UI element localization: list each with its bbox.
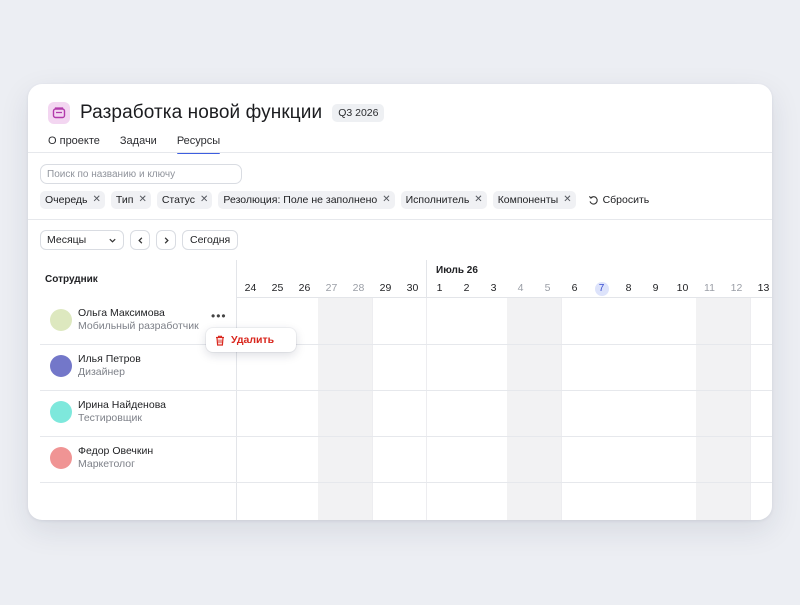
filter-chip-resolution[interactable]: Резолюция: Поле не заполнено ✕ xyxy=(218,191,395,209)
filter-chip-status[interactable]: Статус ✕ xyxy=(156,191,213,209)
day-label: 6 xyxy=(571,282,578,294)
row-divider xyxy=(40,482,772,483)
filter-chip-label: Компоненты xyxy=(497,194,559,206)
scale-select[interactable]: Месяцы xyxy=(40,230,124,250)
filter-chip-queue[interactable]: Очередь ✕ xyxy=(40,191,105,209)
tab-bar: О проекте Задачи Ресурсы xyxy=(48,133,240,154)
avatar xyxy=(50,355,72,377)
day-label: 8 xyxy=(625,282,632,294)
employee-role: Мобильный разработчик xyxy=(78,320,199,332)
next-period-button[interactable] xyxy=(156,230,176,250)
day-label: 29 xyxy=(379,282,392,294)
page-title: Разработка новой функции xyxy=(80,102,323,123)
employee-name: Илья Петров xyxy=(78,353,141,365)
day-label: 24 xyxy=(244,282,257,294)
row-divider xyxy=(40,344,772,345)
day-label: 26 xyxy=(298,282,311,294)
employee-role: Тестировщик xyxy=(78,412,142,424)
chevron-left-icon xyxy=(137,236,142,244)
close-icon[interactable]: ✕ xyxy=(563,195,571,205)
day-label: 2 xyxy=(463,282,470,294)
week-separator xyxy=(426,298,427,520)
more-horizontal-icon[interactable]: ••• xyxy=(211,309,227,323)
employee-row[interactable]: Ирина Найденова Тестировщик xyxy=(50,397,166,427)
chevron-right-icon xyxy=(164,236,169,244)
row-divider xyxy=(40,436,772,437)
filter-chip-label: Статус xyxy=(161,194,196,206)
employee-row[interactable]: Федор Овечкин Маркетолог xyxy=(50,443,153,473)
month-label: Июль 26 xyxy=(436,265,478,276)
avatar xyxy=(50,309,72,331)
weekend-column xyxy=(318,298,372,520)
employee-row[interactable]: Илья Петров Дизайнер xyxy=(50,351,141,381)
filter-chip-label: Резолюция: Поле не заполнено xyxy=(223,194,378,206)
day-label: 11 xyxy=(704,282,715,294)
filter-chip-type[interactable]: Тип ✕ xyxy=(110,191,151,209)
avatar xyxy=(50,401,72,423)
filter-chip-components[interactable]: Компоненты ✕ xyxy=(492,191,576,209)
filter-chip-assignee[interactable]: Исполнитель ✕ xyxy=(400,191,487,209)
reset-label: Сбросить xyxy=(602,194,650,206)
day-label: 4 xyxy=(517,282,524,294)
day-label: 9 xyxy=(652,282,659,294)
divider xyxy=(236,297,772,298)
divider xyxy=(28,152,772,153)
tab-resources[interactable]: Ресурсы xyxy=(176,133,221,154)
page-header: Разработка новой функции Q3 2026 xyxy=(48,98,385,128)
day-label: 13 xyxy=(757,282,770,294)
project-card: Разработка новой функции Q3 2026 О проек… xyxy=(28,84,772,520)
day-label: 5 xyxy=(544,282,551,294)
weekend-column xyxy=(507,298,561,520)
scale-select-value: Месяцы xyxy=(47,234,87,246)
search-input[interactable] xyxy=(40,164,242,184)
close-icon[interactable]: ✕ xyxy=(382,195,390,205)
week-separator xyxy=(750,298,751,520)
resource-grid: Сотрудник Июль 26 24 25 26 27 28 29 30 1… xyxy=(28,260,772,520)
day-label: 28 xyxy=(352,282,365,294)
close-icon[interactable]: ✕ xyxy=(200,195,208,205)
day-label: 1 xyxy=(436,282,443,294)
day-label: 10 xyxy=(676,282,689,294)
row-divider xyxy=(40,390,772,391)
delete-label: Удалить xyxy=(231,334,275,346)
avatar xyxy=(50,447,72,469)
prev-period-button[interactable] xyxy=(130,230,150,250)
employee-role: Дизайнер xyxy=(78,366,125,378)
filter-chip-label: Исполнитель xyxy=(405,194,470,206)
folder-icon xyxy=(48,102,70,124)
week-separator xyxy=(561,298,562,520)
day-label: 3 xyxy=(490,282,497,294)
reset-filters-button[interactable]: Сбросить xyxy=(588,194,650,206)
employee-column-header: Сотрудник xyxy=(45,274,98,285)
today-button[interactable]: Сегодня xyxy=(182,230,239,250)
employee-row[interactable]: Ольга Максимова Мобильный разработчик xyxy=(50,305,199,335)
tab-tasks[interactable]: Задачи xyxy=(120,133,157,153)
filter-chip-label: Тип xyxy=(115,194,134,206)
employee-role: Маркетолог xyxy=(78,458,135,470)
filter-bar: Очередь ✕ Тип ✕ Статус ✕ Резолюция: Поле… xyxy=(40,191,649,209)
rotate-ccw-icon xyxy=(588,195,598,205)
tab-about[interactable]: О проекте xyxy=(48,133,100,153)
divider xyxy=(28,219,772,220)
trash-icon xyxy=(216,335,224,346)
employee-name: Ирина Найденова xyxy=(78,399,166,411)
week-separator xyxy=(372,298,373,520)
close-icon[interactable]: ✕ xyxy=(93,195,101,205)
period-badge: Q3 2026 xyxy=(332,104,385,122)
day-label: 12 xyxy=(730,282,743,294)
chevron-down-icon xyxy=(109,238,116,243)
close-icon[interactable]: ✕ xyxy=(474,195,482,205)
close-icon[interactable]: ✕ xyxy=(138,195,146,205)
day-label: 25 xyxy=(271,282,284,294)
day-label-today: 7 xyxy=(588,282,615,296)
employee-name: Федор Овечкин xyxy=(78,445,154,457)
filter-chip-label: Очередь xyxy=(45,194,88,206)
delete-menu-item[interactable]: Удалить xyxy=(206,328,296,352)
day-label: 27 xyxy=(325,282,338,294)
day-label: 30 xyxy=(406,282,419,294)
weekend-column xyxy=(696,298,750,520)
timeline-controls: Месяцы Сегодня xyxy=(40,230,239,250)
employee-name: Ольга Максимова xyxy=(78,307,165,319)
